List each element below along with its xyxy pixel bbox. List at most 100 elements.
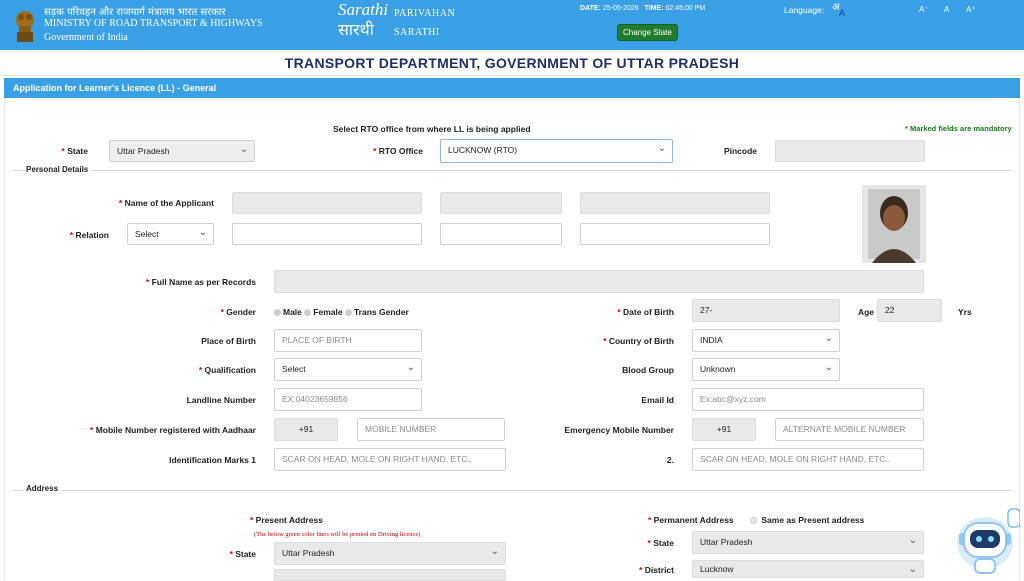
ministry-english: MINISTRY OF ROAD TRANSPORT & HIGHWAYS [44,18,263,29]
identification-mark2-input[interactable]: SCAR ON HEAD, MOLE ON RIGHT HAND, ETC.. [692,448,924,471]
rto-office-select[interactable]: LUCKNOW (RTO) [440,139,673,163]
landline-input[interactable]: EX:04023659856 [274,388,422,411]
gender-trans-radio[interactable] [344,309,352,317]
language-toggle[interactable]: अ A [832,0,850,20]
fullname-label: * Full Name as per Records [145,277,256,287]
title-bar: TRANSPORT DEPARTMENT, GOVERNMENT OF UTTA… [0,50,1024,76]
mobile-label-text: Mobile Number registered with Aadhaar [95,425,256,435]
font-size-increase[interactable]: A⁺ [966,5,976,14]
relation-last-name-input[interactable] [580,223,770,245]
identification-mark1-input[interactable]: SCAR ON HEAD, MOLE ON RIGHT HAND, ETC.. [274,448,506,471]
application-header: Application for Learner's Licence (LL) -… [4,78,1020,98]
brand-sarathi: SARATHI [394,27,440,38]
age-unit: Yrs [958,307,972,317]
gender-radio-group: Male Female Trans Gender [274,307,409,317]
font-size-normal[interactable]: A [944,5,949,14]
qualification-select[interactable]: Select [274,358,422,381]
gender-trans-option[interactable]: Trans Gender [344,307,409,317]
pincode-label: Pincode [723,146,757,156]
top-header: सड़क परिवहन और राजमार्ग मंत्रालय भारत सर… [0,0,1024,50]
present-state-label: * State [229,549,256,559]
ministry-hindi: सड़क परिवहन और राजमार्ग मंत्रालय भारत सर… [44,7,226,18]
blood-group-select[interactable]: Unknown [692,358,840,381]
age-label: Age [857,307,874,317]
permanent-district-label: * District [639,565,674,575]
relation-first-name-input[interactable] [232,223,422,245]
qualification-label-text: Qualification [204,365,256,375]
present-address-label: * Present Address [250,515,323,525]
relation-middle-name-input[interactable] [440,223,562,245]
pob-input[interactable]: PLACE OF BIRTH [274,329,422,352]
permanent-address-label-text: Permanent Address [653,515,734,525]
permanent-state-label-text: State [653,538,674,548]
present-state-label-text: State [235,549,256,559]
sarathi-logo-script: Sarathi [338,0,389,19]
last-name-input[interactable] [580,192,770,214]
identification-mark1-label: Identification Marks 1 [169,455,256,465]
fullname-label-text: Full Name as per Records [151,277,256,287]
first-name-input[interactable] [232,192,422,214]
identification-mark2-label: 2. [666,455,674,465]
present-address-label-text: Present Address [255,515,323,525]
gender-male-radio[interactable] [274,309,281,317]
state-label-text: State [67,146,88,156]
country-select[interactable]: INDIA [692,329,840,352]
chatbot-robot-icon[interactable] [950,505,1021,575]
sarathi-logo-hindi: सारथी [338,20,374,39]
permanent-address-label: * Permanent Address [648,515,734,525]
government-of-india: Government of India [44,32,128,43]
email-input[interactable]: Ex:abc@xyz.com [692,388,924,411]
address-legend: Address [23,484,62,493]
pincode-input[interactable] [775,140,925,162]
present-state-select[interactable]: Uttar Pradesh [274,542,506,565]
gender-female-radio[interactable] [304,309,312,317]
country-label: * Country of Birth [603,336,674,346]
page-title: TRANSPORT DEPARTMENT, GOVERNMENT OF UTTA… [284,55,740,71]
date-time: DATE: 25-05-2026 TIME: 02:45:00 PM [580,5,705,12]
same-as-present-label: Same as Present address [761,515,865,525]
permanent-district-label-text: District [644,565,674,575]
time-label: TIME: [644,5,664,12]
national-emblem-icon [14,4,36,44]
rto-office-label-text: RTO Office [378,146,423,156]
language-label: Language: [784,5,825,15]
dob-input[interactable]: 27- [692,299,840,322]
relation-select[interactable]: Select [127,223,214,245]
personal-details-border [12,170,1012,171]
fullname-input[interactable] [274,270,924,293]
permanent-state-select[interactable]: Uttar Pradesh [692,531,924,554]
relation-label-text: Relation [75,230,109,240]
address-border [12,490,1012,491]
emergency-mobile-input[interactable]: ALTERNATE MOBILE NUMBER [775,418,924,441]
font-size-decrease[interactable]: A⁻ [919,5,929,14]
pob-label: Place of Birth [201,336,256,346]
mobile-country-code: +91 [274,418,338,441]
gender-female-option[interactable]: Female [304,307,343,317]
date-label: DATE: [580,5,601,12]
applicant-name-label-text: Name of the Applicant [124,198,214,208]
brand-parivahan: PARIVAHAN [394,8,456,19]
mobile-number-input[interactable]: MOBILE NUMBER [357,418,505,441]
present-district-select[interactable] [274,569,506,581]
mobile-label: * Mobile Number registered with Aadhaar [90,425,256,435]
gender-male-option[interactable]: Male [274,307,302,317]
state-select[interactable]: Uttar Pradesh [109,140,255,162]
middle-name-input[interactable] [440,192,562,214]
change-state-button[interactable]: Change State [617,24,678,41]
permanent-district-select[interactable]: Lucknow [692,560,924,578]
gender-label: * Gender [220,307,256,317]
mandatory-note: * Marked fields are mandatory [905,124,1012,133]
dob-label-text: Date of Birth [623,307,674,317]
rto-office-label: * RTO Office [373,146,423,156]
same-as-present-option[interactable]: Same as Present address [750,515,864,525]
gender-female-label: Female [313,307,343,317]
dob-label: * Date of Birth [617,307,674,317]
permanent-state-label: * State [647,538,674,548]
emergency-mobile-label: Emergency Mobile Number [564,425,674,435]
same-as-present-checkbox[interactable] [750,517,757,525]
personal-details-legend: Personal Details [23,165,92,174]
sarathi-logo: Sarathi सारथी [336,0,392,44]
emergency-country-code: +91 [692,418,756,441]
rto-instruction: Select RTO office from where LL is being… [333,124,531,134]
gender-label-text: Gender [226,307,256,317]
